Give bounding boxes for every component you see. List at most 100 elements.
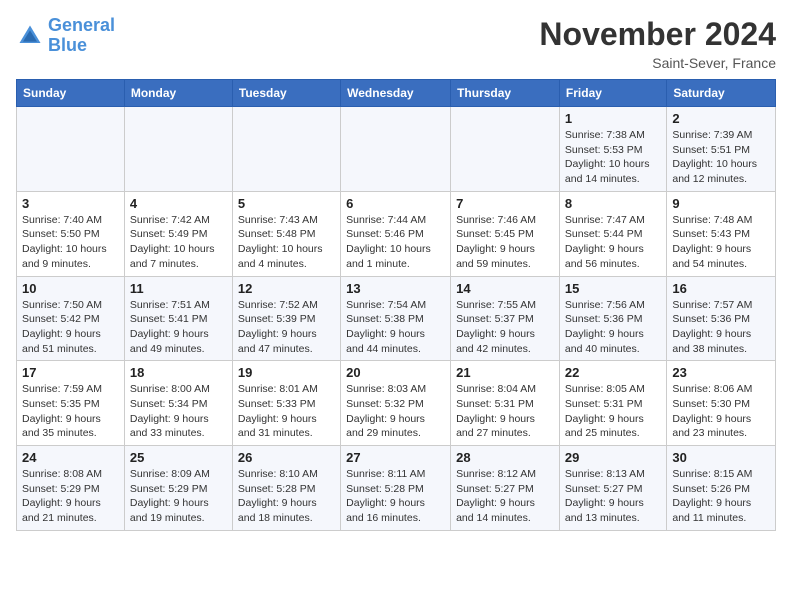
calendar-day-cell: 1 Sunrise: 7:38 AM Sunset: 5:53 PM Daylig…: [559, 107, 666, 192]
calendar-header-row: SundayMondayTuesdayWednesdayThursdayFrid…: [17, 80, 776, 107]
day-info: Sunrise: 7:38 AM Sunset: 5:53 PM Dayligh…: [565, 128, 661, 187]
day-info: Sunrise: 7:47 AM Sunset: 5:44 PM Dayligh…: [565, 213, 661, 272]
day-info: Sunrise: 8:13 AM Sunset: 5:27 PM Dayligh…: [565, 467, 661, 526]
day-info: Sunrise: 8:04 AM Sunset: 5:31 PM Dayligh…: [456, 382, 554, 441]
day-number: 9: [672, 196, 770, 211]
logo-text: General Blue: [48, 16, 115, 56]
location: Saint-Sever, France: [539, 55, 776, 71]
calendar-day-cell: 23Sunrise: 8:06 AM Sunset: 5:30 PM Dayli…: [667, 361, 776, 446]
day-number: 18: [130, 365, 227, 380]
day-number: 15: [565, 281, 661, 296]
day-number: 11: [130, 281, 227, 296]
day-number: 24: [22, 450, 119, 465]
month-title: November 2024: [539, 16, 776, 53]
day-info: Sunrise: 7:42 AM Sunset: 5:49 PM Dayligh…: [130, 213, 227, 272]
day-number: 13: [346, 281, 445, 296]
day-info: Sunrise: 7:40 AM Sunset: 5:50 PM Dayligh…: [22, 213, 119, 272]
calendar-week-row: 1 Sunrise: 7:38 AM Sunset: 5:53 PM Daylig…: [17, 107, 776, 192]
calendar-day-cell: 26Sunrise: 8:10 AM Sunset: 5:28 PM Dayli…: [232, 446, 340, 531]
day-number: 19: [238, 365, 335, 380]
day-number: 5: [238, 196, 335, 211]
calendar-day-cell: 24 Sunrise: 8:08 AM Sunset: 5:29 PM Dayli…: [17, 446, 125, 531]
day-number: 28: [456, 450, 554, 465]
day-info: Sunrise: 7:54 AM Sunset: 5:38 PM Dayligh…: [346, 298, 445, 357]
calendar-day-cell: 27Sunrise: 8:11 AM Sunset: 5:28 PM Dayli…: [341, 446, 451, 531]
day-number: 29: [565, 450, 661, 465]
day-number: 3: [22, 196, 119, 211]
calendar-day-cell: 10Sunrise: 7:50 AM Sunset: 5:42 PM Dayli…: [17, 276, 125, 361]
day-number: 16: [672, 281, 770, 296]
calendar-day-cell: 7 Sunrise: 7:46 AM Sunset: 5:45 PM Daylig…: [451, 191, 560, 276]
page-header: General Blue November 2024 Saint-Sever, …: [16, 16, 776, 71]
day-number: 6: [346, 196, 445, 211]
day-info: Sunrise: 7:52 AM Sunset: 5:39 PM Dayligh…: [238, 298, 335, 357]
calendar-day-cell: 11 Sunrise: 7:51 AM Sunset: 5:41 PM Dayli…: [124, 276, 232, 361]
calendar-day-cell: 14 Sunrise: 7:55 AM Sunset: 5:37 PM Dayli…: [451, 276, 560, 361]
calendar-day-cell: 8 Sunrise: 7:47 AM Sunset: 5:44 PM Daylig…: [559, 191, 666, 276]
day-info: Sunrise: 8:01 AM Sunset: 5:33 PM Dayligh…: [238, 382, 335, 441]
calendar-day-cell: 3 Sunrise: 7:40 AM Sunset: 5:50 PM Daylig…: [17, 191, 125, 276]
calendar-day-cell: 21 Sunrise: 8:04 AM Sunset: 5:31 PM Dayli…: [451, 361, 560, 446]
calendar-day-cell: 9 Sunrise: 7:48 AM Sunset: 5:43 PM Daylig…: [667, 191, 776, 276]
day-number: 7: [456, 196, 554, 211]
logo-icon: [16, 22, 44, 50]
day-of-week-header: Friday: [559, 80, 666, 107]
day-number: 12: [238, 281, 335, 296]
day-info: Sunrise: 8:08 AM Sunset: 5:29 PM Dayligh…: [22, 467, 119, 526]
day-of-week-header: Monday: [124, 80, 232, 107]
day-info: Sunrise: 7:44 AM Sunset: 5:46 PM Dayligh…: [346, 213, 445, 272]
day-number: 1: [565, 111, 661, 126]
calendar-day-cell: 12 Sunrise: 7:52 AM Sunset: 5:39 PM Dayli…: [232, 276, 340, 361]
day-number: 4: [130, 196, 227, 211]
day-info: Sunrise: 7:48 AM Sunset: 5:43 PM Dayligh…: [672, 213, 770, 272]
calendar-day-cell: 19 Sunrise: 8:01 AM Sunset: 5:33 PM Dayli…: [232, 361, 340, 446]
calendar-day-cell: 5 Sunrise: 7:43 AM Sunset: 5:48 PM Daylig…: [232, 191, 340, 276]
day-info: Sunrise: 7:46 AM Sunset: 5:45 PM Dayligh…: [456, 213, 554, 272]
calendar-week-row: 10Sunrise: 7:50 AM Sunset: 5:42 PM Dayli…: [17, 276, 776, 361]
day-info: Sunrise: 7:43 AM Sunset: 5:48 PM Dayligh…: [238, 213, 335, 272]
day-number: 17: [22, 365, 119, 380]
calendar-week-row: 3 Sunrise: 7:40 AM Sunset: 5:50 PM Daylig…: [17, 191, 776, 276]
day-number: 30: [672, 450, 770, 465]
day-info: Sunrise: 7:55 AM Sunset: 5:37 PM Dayligh…: [456, 298, 554, 357]
calendar-day-cell: [341, 107, 451, 192]
day-number: 2: [672, 111, 770, 126]
day-number: 8: [565, 196, 661, 211]
calendar-day-cell: 15Sunrise: 7:56 AM Sunset: 5:36 PM Dayli…: [559, 276, 666, 361]
day-info: Sunrise: 8:11 AM Sunset: 5:28 PM Dayligh…: [346, 467, 445, 526]
calendar-day-cell: 17Sunrise: 7:59 AM Sunset: 5:35 PM Dayli…: [17, 361, 125, 446]
calendar-day-cell: [451, 107, 560, 192]
day-of-week-header: Sunday: [17, 80, 125, 107]
calendar-body: 1 Sunrise: 7:38 AM Sunset: 5:53 PM Daylig…: [17, 107, 776, 531]
calendar-day-cell: 18 Sunrise: 8:00 AM Sunset: 5:34 PM Dayli…: [124, 361, 232, 446]
day-info: Sunrise: 8:12 AM Sunset: 5:27 PM Dayligh…: [456, 467, 554, 526]
day-number: 14: [456, 281, 554, 296]
day-number: 25: [130, 450, 227, 465]
logo: General Blue: [16, 16, 115, 56]
calendar-week-row: 17Sunrise: 7:59 AM Sunset: 5:35 PM Dayli…: [17, 361, 776, 446]
day-number: 10: [22, 281, 119, 296]
calendar-day-cell: [124, 107, 232, 192]
day-info: Sunrise: 7:51 AM Sunset: 5:41 PM Dayligh…: [130, 298, 227, 357]
day-number: 22: [565, 365, 661, 380]
day-info: Sunrise: 7:57 AM Sunset: 5:36 PM Dayligh…: [672, 298, 770, 357]
calendar-day-cell: 4 Sunrise: 7:42 AM Sunset: 5:49 PM Daylig…: [124, 191, 232, 276]
day-number: 20: [346, 365, 445, 380]
calendar-day-cell: 16 Sunrise: 7:57 AM Sunset: 5:36 PM Dayli…: [667, 276, 776, 361]
day-info: Sunrise: 8:05 AM Sunset: 5:31 PM Dayligh…: [565, 382, 661, 441]
calendar-table: SundayMondayTuesdayWednesdayThursdayFrid…: [16, 79, 776, 531]
day-number: 26: [238, 450, 335, 465]
day-of-week-header: Thursday: [451, 80, 560, 107]
calendar-day-cell: 28 Sunrise: 8:12 AM Sunset: 5:27 PM Dayli…: [451, 446, 560, 531]
title-block: November 2024 Saint-Sever, France: [539, 16, 776, 71]
day-number: 21: [456, 365, 554, 380]
calendar-day-cell: [17, 107, 125, 192]
calendar-week-row: 24 Sunrise: 8:08 AM Sunset: 5:29 PM Dayli…: [17, 446, 776, 531]
calendar-day-cell: 29 Sunrise: 8:13 AM Sunset: 5:27 PM Dayli…: [559, 446, 666, 531]
day-of-week-header: Wednesday: [341, 80, 451, 107]
day-of-week-header: Saturday: [667, 80, 776, 107]
day-info: Sunrise: 8:06 AM Sunset: 5:30 PM Dayligh…: [672, 382, 770, 441]
day-info: Sunrise: 8:00 AM Sunset: 5:34 PM Dayligh…: [130, 382, 227, 441]
calendar-day-cell: 20Sunrise: 8:03 AM Sunset: 5:32 PM Dayli…: [341, 361, 451, 446]
logo-line1: General: [48, 15, 115, 35]
